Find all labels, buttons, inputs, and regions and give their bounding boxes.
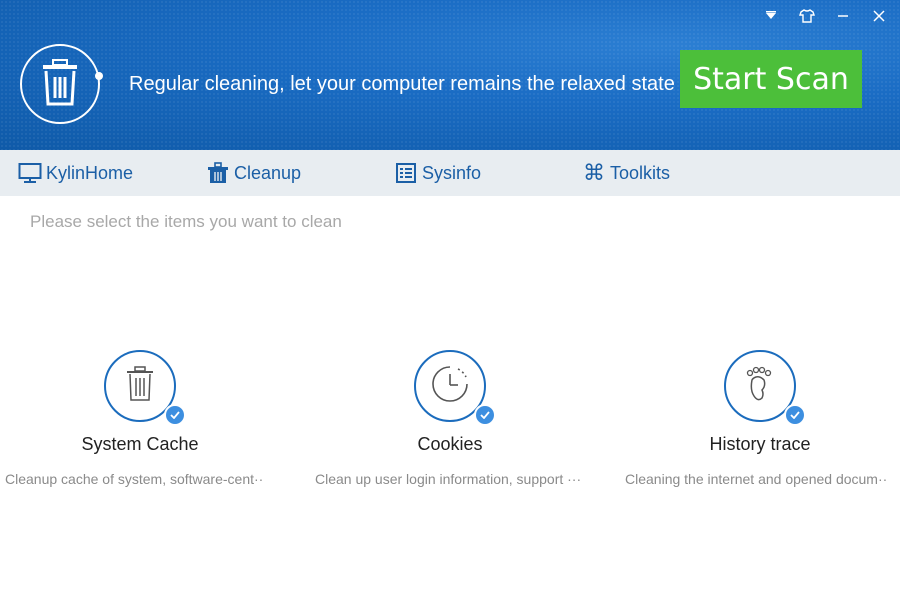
item-circle[interactable]	[414, 350, 496, 426]
clean-hint: Please select the items you want to clea…	[30, 212, 342, 231]
skin-icon[interactable]	[794, 6, 820, 26]
item-circle[interactable]	[724, 350, 806, 426]
nav-bar: KylinHome Cleanup Sysinfo ⌘ Toolkits	[0, 150, 900, 196]
close-icon[interactable]	[866, 6, 892, 26]
item-description: Cleanup cache of system, software-cent··	[5, 471, 264, 487]
trash-logo-icon	[20, 44, 100, 124]
trash-icon	[206, 161, 230, 185]
window-controls	[758, 6, 892, 26]
command-icon: ⌘	[583, 160, 605, 186]
nav-item-toolkits[interactable]: ⌘ Toolkits	[582, 150, 670, 196]
item-description: Clean up user login information, support…	[315, 471, 582, 487]
clean-item-history-trace[interactable]: History trace Cleaning the internet and …	[625, 350, 887, 487]
minimize-icon[interactable]	[830, 6, 856, 26]
item-title: System Cache	[81, 434, 199, 454]
header-banner: Regular cleaning, let your computer rema…	[0, 0, 900, 150]
item-title: Cookies	[417, 434, 483, 454]
dropdown-icon[interactable]	[758, 6, 784, 26]
checkbox-checked-icon[interactable]	[784, 404, 806, 426]
nav-item-cleanup[interactable]: Cleanup	[206, 150, 301, 196]
nav-item-label: Cleanup	[234, 162, 302, 183]
checkbox-checked-icon[interactable]	[474, 404, 496, 426]
item-circle[interactable]	[104, 350, 186, 426]
nav-item-label: KylinHome	[46, 162, 134, 183]
nav-item-sysinfo[interactable]: Sysinfo	[394, 150, 481, 196]
footprint-icon	[742, 364, 778, 409]
trash-icon	[123, 365, 157, 408]
nav-item-label: Toolkits	[610, 162, 671, 183]
clock-icon	[430, 364, 470, 409]
item-title: History trace	[709, 434, 811, 454]
checkbox-checked-icon[interactable]	[164, 404, 186, 426]
list-icon	[394, 161, 418, 185]
clean-item-system-cache[interactable]: System Cache Cleanup cache of system, so…	[5, 350, 265, 487]
header-tagline: Regular cleaning, let your computer rema…	[129, 73, 675, 95]
logo-dot	[95, 72, 103, 80]
nav-item-label: Sysinfo	[422, 162, 482, 183]
clean-item-cookies[interactable]: Cookies Clean up user login information,…	[315, 350, 581, 487]
nav-item-kylinhome[interactable]: KylinHome	[18, 150, 133, 196]
item-description: Cleaning the internet and opened docum··	[625, 471, 888, 487]
monitor-icon	[18, 161, 42, 185]
start-scan-button[interactable]: Start Scan	[680, 50, 862, 108]
